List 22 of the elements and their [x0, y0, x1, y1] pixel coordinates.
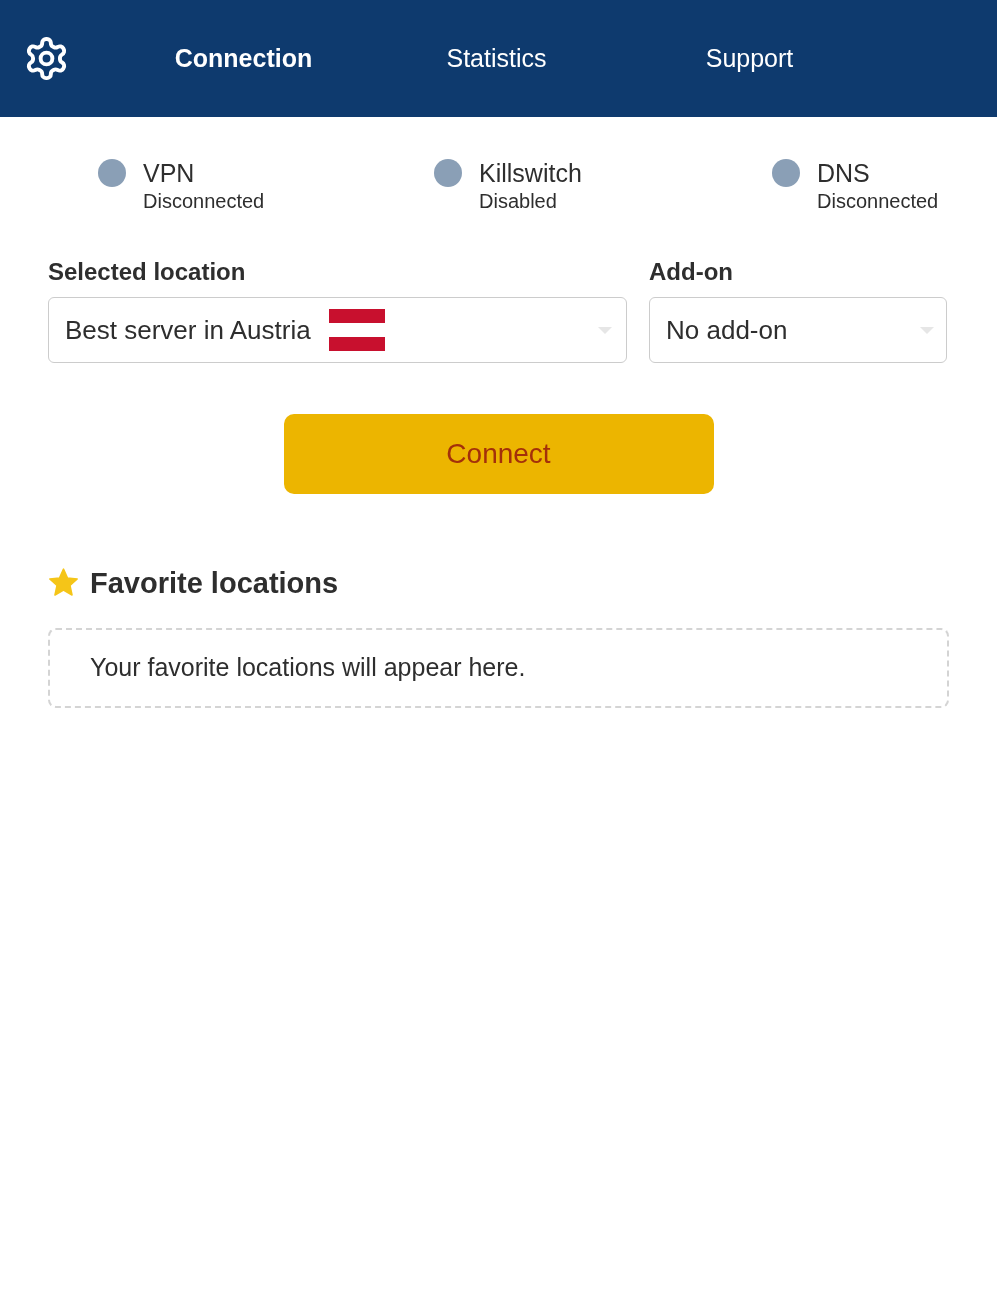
- empty-message: Your favorite locations will appear here.: [90, 652, 526, 684]
- caret-icon: [598, 326, 612, 334]
- select-value: Best server in Austria: [65, 313, 311, 347]
- nav-tab[interactable]: Support: [623, 0, 876, 117]
- location-select[interactable]: Best server in Austria: [48, 297, 627, 363]
- field-label: Add-on: [649, 257, 733, 287]
- field-label: Selected location: [48, 257, 246, 287]
- addon-select[interactable]: No add-on: [649, 297, 947, 363]
- caret-icon: [920, 326, 934, 334]
- status-name: VPN: [143, 158, 196, 188]
- status-value: Disabled: [479, 189, 558, 214]
- select-value: No add-on: [666, 313, 788, 347]
- section-heading: Favorite locations: [90, 566, 339, 600]
- status-name: DNS: [817, 158, 871, 188]
- star-icon: [48, 568, 79, 598]
- status-name: Killswitch: [479, 158, 582, 188]
- flag-icon: [328, 309, 385, 351]
- connect-button[interactable]: Connect: [283, 414, 714, 494]
- status-value: Disconnected: [817, 189, 939, 214]
- nav-tab[interactable]: Statistics: [370, 0, 623, 117]
- nav-tab[interactable]: Connection: [117, 0, 370, 117]
- status-value: Disconnected: [143, 189, 265, 214]
